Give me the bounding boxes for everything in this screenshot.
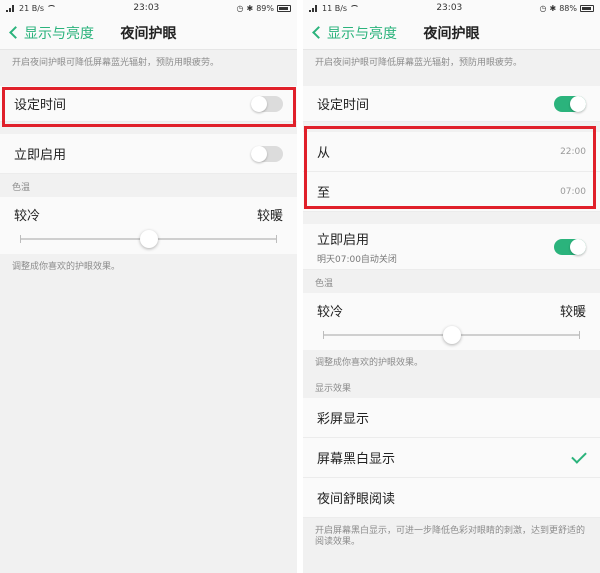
bluetooth-icon: ✱ (246, 3, 254, 13)
network-speed: 21 B/s (19, 3, 45, 13)
warm-label: 较暖 (559, 305, 586, 320)
chevron-left-icon (312, 26, 325, 39)
enable-now-toggle[interactable] (554, 238, 586, 255)
wifi-icon (350, 4, 360, 12)
slider-thumb[interactable] (442, 326, 461, 344)
color-temp-group-label: 色温 (12, 183, 31, 193)
display-effect-group-label: 显示效果 (315, 384, 352, 394)
enable-now-row[interactable]: 立即启用 明天07:00自动关闭 (303, 224, 600, 270)
schedule-row[interactable]: 设定时间 (0, 86, 297, 122)
color-temp-panel: 较冷 较暖 (303, 293, 600, 350)
battery-percent: 88% (559, 3, 577, 13)
cool-label: 较冷 (317, 305, 344, 320)
from-time-row[interactable]: 从 22:00 (303, 132, 600, 172)
battery-icon (579, 4, 594, 12)
back-button[interactable]: 显示与亮度 (303, 23, 397, 43)
back-label: 显示与亮度 (327, 25, 397, 42)
bluetooth-icon: ✱ (549, 3, 557, 13)
color-temp-panel: 较冷 较暖 (0, 197, 297, 254)
from-label: 从 (317, 146, 331, 161)
schedule-row[interactable]: 设定时间 (303, 86, 600, 122)
battery-icon (276, 4, 291, 12)
enable-now-toggle[interactable] (251, 145, 283, 162)
alarm-icon: ◷ (539, 3, 547, 13)
color-temp-slider[interactable] (323, 326, 580, 344)
back-button[interactable]: 显示与亮度 (0, 23, 94, 43)
to-time-value: 07:00 (560, 186, 586, 197)
enable-now-row[interactable]: 立即启用 (0, 134, 297, 174)
warm-label: 较暖 (256, 209, 283, 224)
display-option-night-reading[interactable]: 夜间舒眼阅读 (303, 478, 600, 518)
display-option-label: 彩屏显示 (317, 412, 370, 427)
chevron-left-icon (9, 26, 22, 39)
feature-description: 开启夜间护眼可降低屏幕蓝光辐射，预防用眼疲劳。 (12, 58, 220, 68)
to-label: 至 (317, 186, 331, 201)
checkmark-icon (571, 447, 587, 464)
back-label: 显示与亮度 (24, 25, 94, 42)
display-effect-list: 彩屏显示 屏幕黑白显示 夜间舒眼阅读 (303, 398, 600, 518)
signal-icon (309, 4, 319, 12)
status-time: 23:03 (436, 3, 463, 13)
status-bar: 11 B/s 23:03 ◷ ✱ 88% (303, 0, 600, 16)
enable-now-sublabel: 明天07:00自动关闭 (317, 254, 397, 265)
schedule-toggle[interactable] (251, 95, 283, 112)
display-option-color[interactable]: 彩屏显示 (303, 398, 600, 438)
alarm-icon: ◷ (236, 3, 244, 13)
wifi-icon (47, 4, 57, 12)
color-temp-footer: 调整成你喜欢的护眼效果。 (315, 358, 424, 368)
to-time-row[interactable]: 至 07:00 (303, 172, 600, 212)
schedule-label: 设定时间 (317, 98, 370, 113)
nav-bar: 显示与亮度 夜间护眼 (303, 16, 600, 50)
display-option-label: 夜间舒眼阅读 (317, 492, 396, 507)
left-screen: 21 B/s 23:03 ◷ ✱ 89% 显示与亮度 夜间护眼 开启夜间护眼可降… (0, 0, 297, 573)
battery-percent: 89% (256, 3, 274, 13)
signal-icon (6, 4, 16, 12)
enable-now-label: 立即启用 (317, 232, 370, 248)
schedule-toggle[interactable] (554, 95, 586, 112)
schedule-label: 设定时间 (14, 98, 67, 113)
display-effect-footer: 开启屏幕黑白显示，可进一步降低色彩对眼睛的刺激，达到更舒适的阅读效果。 (315, 526, 586, 547)
status-bar: 21 B/s 23:03 ◷ ✱ 89% (0, 0, 297, 16)
network-speed: 11 B/s (322, 3, 348, 13)
enable-now-label: 立即启用 (14, 148, 67, 163)
from-time-value: 22:00 (560, 146, 586, 157)
feature-description: 开启夜间护眼可降低屏幕蓝光辐射，预防用眼疲劳。 (315, 58, 523, 68)
cool-label: 较冷 (14, 209, 41, 224)
display-option-grayscale[interactable]: 屏幕黑白显示 (303, 438, 600, 478)
right-screen: 11 B/s 23:03 ◷ ✱ 88% 显示与亮度 夜间护眼 开启夜间护眼可降… (303, 0, 600, 573)
nav-bar: 显示与亮度 夜间护眼 (0, 16, 297, 50)
color-temp-footer: 调整成你喜欢的护眼效果。 (12, 262, 121, 272)
color-temp-slider[interactable] (20, 230, 277, 248)
slider-thumb[interactable] (139, 230, 158, 248)
display-option-label: 屏幕黑白显示 (317, 452, 396, 467)
status-time: 23:03 (133, 3, 160, 13)
color-temp-group-label: 色温 (315, 279, 334, 289)
